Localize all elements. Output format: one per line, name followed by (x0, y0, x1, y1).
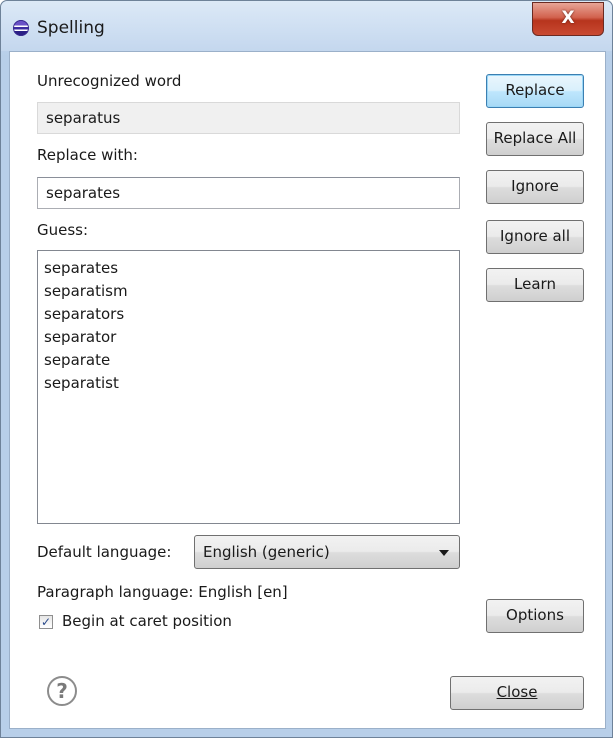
window-title: Spelling (37, 18, 105, 38)
replace-all-button[interactable]: Replace All (486, 122, 584, 156)
close-button[interactable]: Close (450, 676, 584, 710)
paragraph-language-caption: Paragraph language: (37, 583, 194, 601)
guess-label: Guess: (37, 221, 89, 239)
replace-with-value: separates (46, 184, 121, 202)
replace-with-input[interactable]: separates (37, 177, 460, 209)
ignore-all-button[interactable]: Ignore all (486, 220, 584, 254)
replace-button[interactable]: Replace (486, 74, 584, 108)
title-bar: Spelling X (1, 1, 612, 51)
guess-item[interactable]: separate (44, 349, 453, 372)
paragraph-language-label: Paragraph language: English [en] (37, 583, 288, 601)
guess-item[interactable]: separators (44, 303, 453, 326)
chevron-down-icon (439, 550, 449, 556)
ignore-button[interactable]: Ignore (486, 170, 584, 204)
close-button-label: Close (496, 683, 538, 701)
dialog-content: Unrecognized word separatus Replace with… (9, 51, 606, 729)
spelling-dialog: Spelling X Unrecognized word separatus R… (0, 0, 613, 738)
unrecognized-word-label: Unrecognized word (37, 72, 182, 90)
ignore-all-button-label: Ignore all (500, 227, 570, 245)
replace-button-label: Replace (505, 81, 565, 99)
begin-at-caret-label: Begin at caret position (62, 612, 232, 630)
default-language-label: Default language: (37, 543, 172, 561)
unrecognized-word-value: separatus (46, 109, 121, 127)
paragraph-language-value: English [en] (198, 583, 288, 601)
begin-at-caret-checkbox[interactable]: ✓ (39, 615, 53, 629)
replace-with-label: Replace with: (37, 146, 138, 164)
guess-item[interactable]: separates (44, 257, 453, 280)
replace-all-button-label: Replace All (493, 129, 577, 147)
default-language-value: English (generic) (203, 543, 330, 561)
guess-list[interactable]: separates separatism separators separato… (37, 250, 460, 524)
ignore-button-label: Ignore (511, 177, 559, 195)
window-close-button[interactable]: X (532, 2, 604, 36)
guess-item[interactable]: separatist (44, 372, 453, 395)
learn-button-label: Learn (514, 275, 556, 293)
help-icon[interactable]: ? (47, 676, 77, 706)
options-button[interactable]: Options (486, 599, 584, 633)
options-button-label: Options (506, 606, 564, 624)
app-icon (13, 20, 29, 36)
guess-item[interactable]: separatism (44, 280, 453, 303)
guess-item[interactable]: separator (44, 326, 453, 349)
default-language-select[interactable]: English (generic) (194, 535, 460, 569)
learn-button[interactable]: Learn (486, 268, 584, 302)
unrecognized-word-field: separatus (37, 102, 460, 134)
